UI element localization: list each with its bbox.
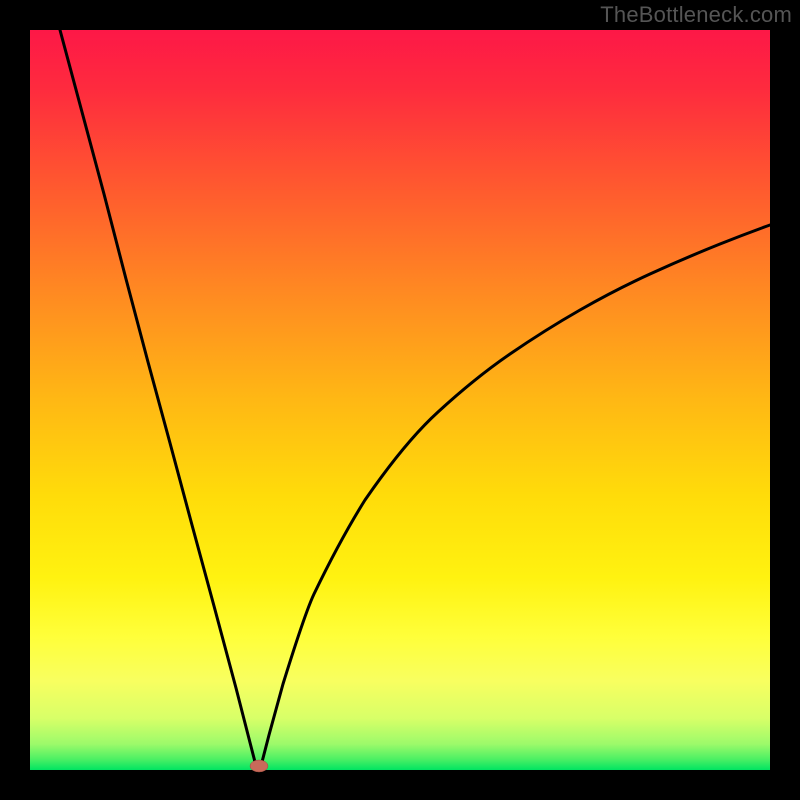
optimal-marker: [250, 760, 268, 772]
bottleneck-chart: [0, 0, 800, 800]
plot-area: [30, 30, 770, 770]
chart-frame: TheBottleneck.com: [0, 0, 800, 800]
watermark-text: TheBottleneck.com: [600, 2, 792, 28]
